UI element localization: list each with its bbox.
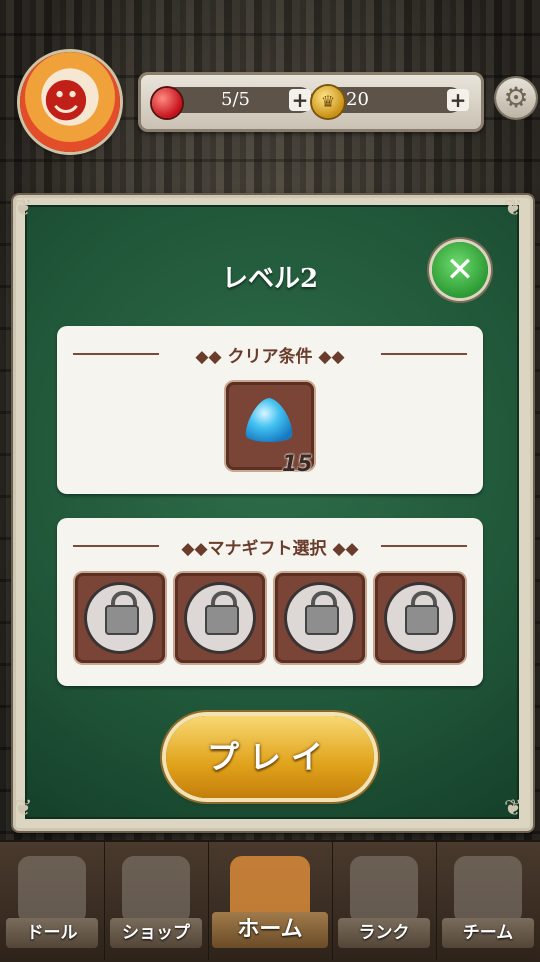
- add-hearts-button[interactable]: +: [289, 89, 311, 111]
- play-button[interactable]: プレイ: [166, 716, 374, 798]
- goal-count: 15: [282, 452, 313, 477]
- frame-ornament-icon: ❦: [504, 196, 523, 221]
- gear-icon: ⚙: [503, 81, 529, 114]
- lock-icon: [205, 605, 239, 635]
- nav-home[interactable]: ホーム: [208, 840, 333, 960]
- coins-slot: [323, 87, 463, 113]
- close-button[interactable]: ✕: [432, 242, 488, 298]
- team-hat-icon: [454, 856, 522, 924]
- nav-label: ドール: [6, 918, 98, 948]
- nav-label: ランク: [338, 918, 430, 948]
- divider: [73, 545, 159, 547]
- nav-label: チーム: [442, 918, 534, 948]
- hat-icon: [18, 856, 86, 924]
- clear-conditions-label: ◆◆ クリア条件 ◆◆: [195, 347, 345, 367]
- lock-icon: [105, 605, 139, 635]
- crown-coin-icon: ♛: [312, 86, 344, 118]
- shop-icon: [122, 856, 190, 924]
- hearts-count: 5/5: [221, 89, 250, 110]
- nav-rank[interactable]: ランク: [332, 840, 437, 960]
- potion-icon: [152, 88, 182, 118]
- frame-ornament-icon: ❦: [14, 796, 33, 821]
- add-coins-button[interactable]: +: [447, 89, 469, 111]
- frame-ornament-icon: ❦: [14, 196, 33, 221]
- player-avatar[interactable]: ☻: [20, 52, 120, 152]
- mana-gift-slot[interactable]: [75, 573, 165, 663]
- close-icon: ✕: [445, 250, 475, 290]
- nav-team[interactable]: チーム: [436, 840, 540, 960]
- resource-bar: 5/5 20 + +: [138, 72, 484, 132]
- nav-label: ショップ: [110, 918, 202, 948]
- nav-label: ホーム: [212, 912, 328, 948]
- panel-header: ◆◆マナギフト選択 ◆◆: [57, 534, 483, 559]
- mana-gift-slot[interactable]: [275, 573, 365, 663]
- nav-doll[interactable]: ドール: [0, 840, 105, 960]
- divider: [381, 353, 467, 355]
- mana-gift-slot[interactable]: [375, 573, 465, 663]
- divider: [381, 545, 467, 547]
- mana-gift-label: ◆◆マナギフト選択 ◆◆: [181, 539, 359, 559]
- settings-button[interactable]: ⚙: [496, 78, 536, 118]
- coins-count: 20: [346, 89, 369, 110]
- avatar-character-icon: ☻: [42, 74, 90, 128]
- level-title: レベル2: [221, 264, 319, 294]
- trophy-icon: [350, 856, 418, 924]
- lock-icon: [405, 605, 439, 635]
- frame-ornament-icon: ❦: [504, 796, 523, 821]
- divider: [73, 353, 159, 355]
- nav-shop[interactable]: ショップ: [104, 840, 209, 960]
- panel-header: ◆◆ クリア条件 ◆◆: [57, 342, 483, 367]
- blue-gem-icon: [245, 398, 293, 442]
- lock-icon: [305, 605, 339, 635]
- mana-gift-slot[interactable]: [175, 573, 265, 663]
